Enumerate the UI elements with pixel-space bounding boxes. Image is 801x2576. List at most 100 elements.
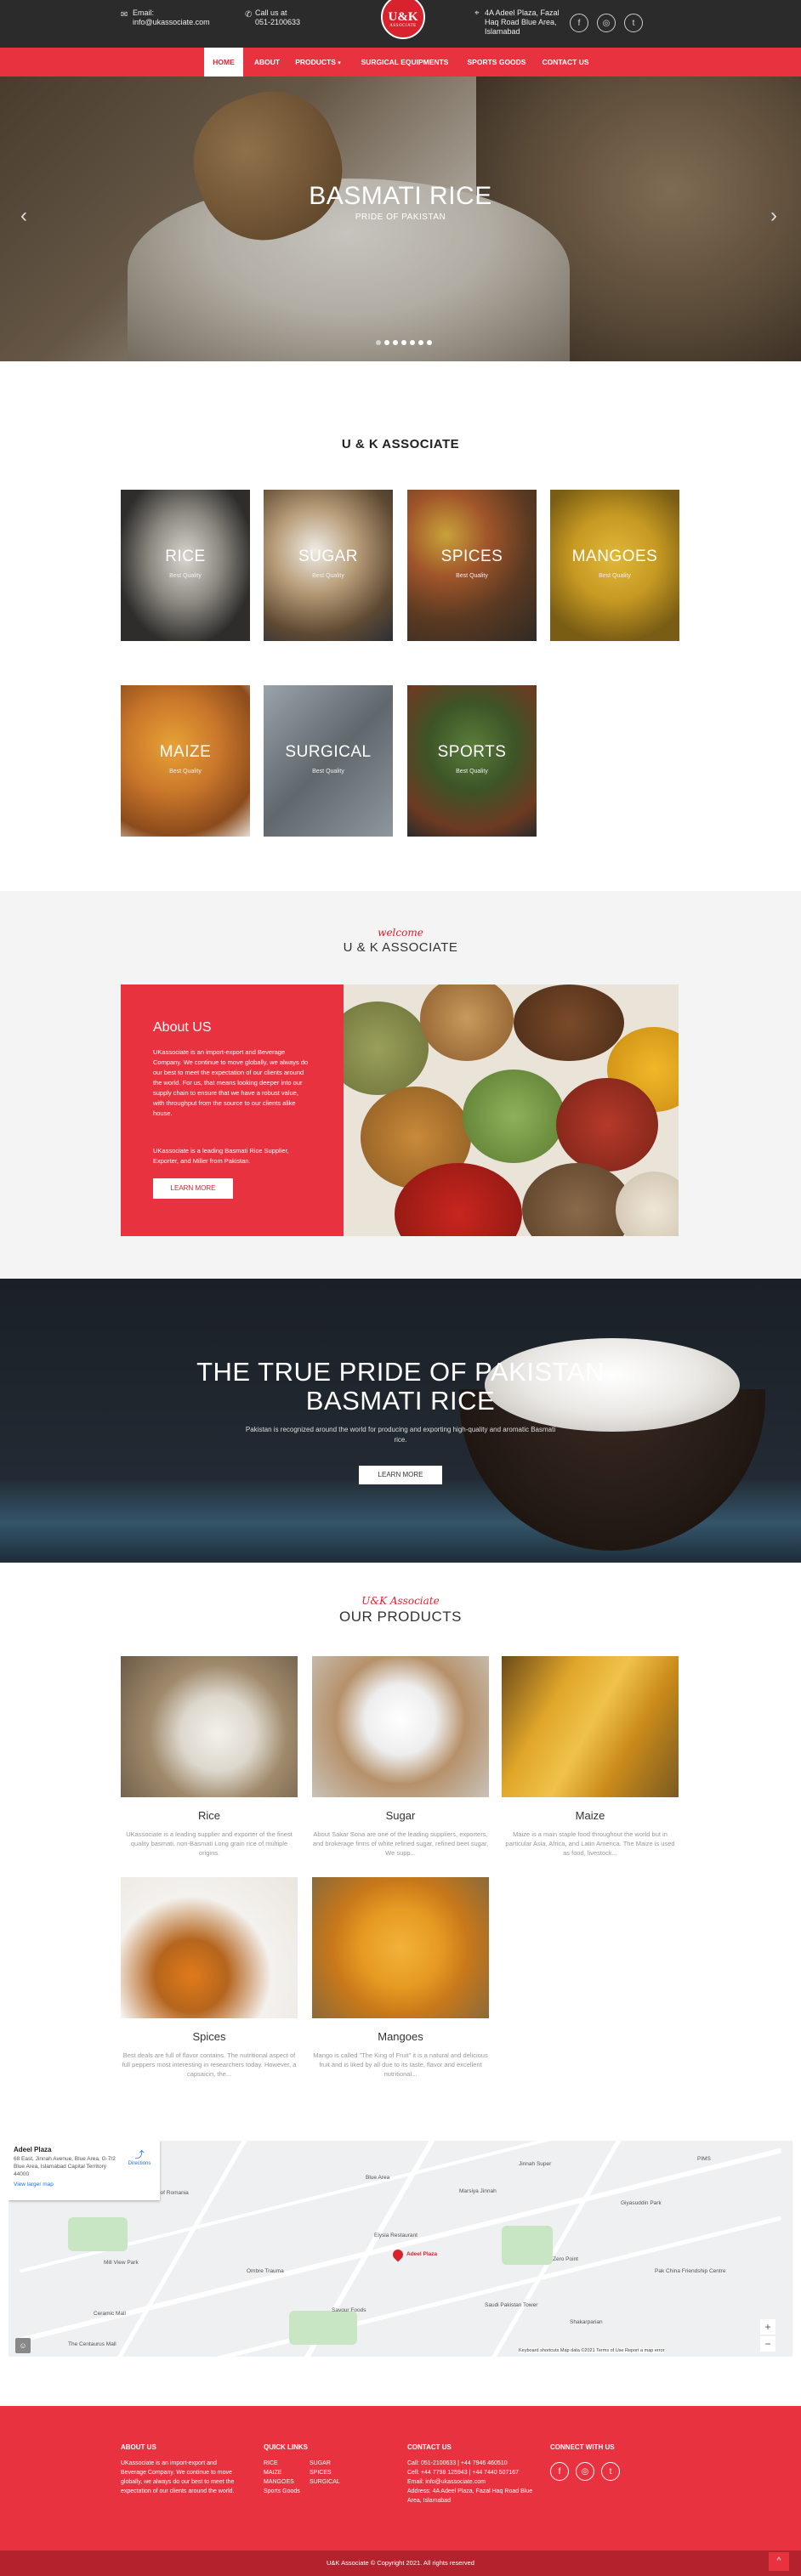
hero-subtitle: PRIDE OF PAKISTAN [355,213,446,222]
top-address: 4A Adeel Plaza, Fazal Haq Road Blue Area… [485,9,560,36]
slider-dot[interactable] [393,340,398,345]
email-link[interactable]: info@ukassociate.com [133,18,210,27]
product-spices-image[interactable] [121,1877,298,2018]
next-arrow-icon[interactable]: › [770,204,777,228]
nav-home[interactable]: HOME [204,48,243,77]
product-name[interactable]: Maize [502,1809,679,1822]
footer-link[interactable]: MANGOES [264,2477,294,2487]
pride-banner: THE TRUE PRIDE OF PAKISTAN BASMATI RICE … [0,1279,801,1563]
about-text: UKassociate is an import-export and Beve… [153,1048,309,1117]
nav-products[interactable]: PRODUCTS ▾ [293,48,344,77]
slider-dot[interactable] [427,340,432,345]
map-info-card: Adeel Plaza 68 East, Jinnah Avenue, Blue… [9,2141,160,2200]
twitter-icon[interactable]: t [624,14,643,32]
about-text-2: UKassociate is a leading Basmati Rice Su… [153,1147,289,1165]
hero-slider: BASMATI RICE PRIDE OF PAKISTAN ‹ › [0,77,801,361]
map-label: Zero Point [553,2256,578,2262]
category-surgical[interactable]: SURGICAL Best Quality [264,685,393,837]
logo-sub: ASSOCIATE [389,24,417,28]
top-phone: Call us at 051-2100633 [255,9,300,27]
view-larger-map-link[interactable]: View larger map [14,2182,155,2187]
location-map[interactable]: Embassy of Romania Mill View Park Marsiy… [9,2141,792,2357]
product-name[interactable]: Rice [121,1809,298,1822]
footer-twitter-icon[interactable]: t [601,2462,620,2481]
product-desc: About Sakar Sona are one of the leading … [312,1830,489,1857]
map-label: Jinnah Super [519,2161,552,2167]
footer-link[interactable]: RICE [264,2459,278,2468]
map-address: 68 East, Jinnah Avenue, Blue Area, G-7/2… [14,2156,116,2177]
phone-link[interactable]: 051-2100633 [255,18,300,27]
footer-about-title: ABOUT US [121,2443,156,2451]
category-sub: Best Quality [312,769,344,775]
footer-instagram-icon[interactable]: ◎ [576,2462,594,2481]
footer-contact-line[interactable]: Email: info@ukassociate.com [407,2477,486,2487]
banner-learn-more-button[interactable]: LEARN MORE [359,1466,442,1484]
zoom-in-button[interactable]: + [760,2319,775,2335]
map-label: Blue Area [366,2175,390,2181]
product-maize-image[interactable] [502,1656,679,1797]
learn-more-button[interactable]: LEARN MORE [153,1178,233,1199]
map-label: Ombre Trauma [247,2268,284,2274]
map-label: Marsiya Jinnah [459,2188,497,2194]
map-pin-label: Adeel Plaza [406,2251,438,2257]
category-sugar[interactable]: SUGAR Best Quality [264,490,393,641]
map-label: Giyasuddin Park [621,2200,662,2206]
category-title: SUGAR [298,548,359,565]
banner-line2: BASMATI RICE [305,1386,496,1416]
footer-link[interactable]: SUGAR [310,2459,331,2468]
product-sugar-image[interactable] [312,1656,489,1797]
nav-about[interactable]: ABOUT [248,48,286,77]
footer-facebook-icon[interactable]: f [550,2462,569,2481]
email-label: Email: [133,9,155,17]
call-label: Call us at [255,9,287,17]
footer-link[interactable]: SURGICAL [310,2477,340,2487]
product-rice-image[interactable] [121,1656,298,1797]
nav-surgical[interactable]: SURGICAL EQUIPMENTS [352,48,457,77]
product-name[interactable]: Sugar [312,1809,489,1822]
slider-dot[interactable] [410,340,415,345]
spices-image [344,984,679,1236]
product-desc: Mango is called "The King of Fruit" it i… [313,2051,488,2078]
map-label: The Centaurus Mall [68,2341,116,2347]
product-name[interactable]: Mangoes [312,2030,489,2043]
footer-contact-title: CONTACT US [407,2443,452,2451]
product-mangoes-image[interactable] [312,1877,489,2018]
category-title: MAIZE [159,743,212,761]
footer-link[interactable]: SPICES [310,2468,332,2477]
footer-link[interactable]: Sports Goods [264,2487,300,2496]
instagram-icon[interactable]: ◎ [597,14,616,32]
scroll-top-button[interactable]: ^ [769,2552,789,2571]
top-bar: ✉ Email: info@ukassociate.com ✆ Call us … [0,0,801,48]
footer-link[interactable]: MAIZE [264,2468,281,2477]
category-rice[interactable]: RICE Best Quality [121,490,250,641]
category-sports[interactable]: SPORTS Best Quality [407,685,537,837]
slider-dot[interactable] [384,340,389,345]
product-desc: UKassociate is a leading supplier and ex… [126,1830,293,1857]
category-spices[interactable]: SPICES Best Quality [407,490,537,641]
prev-arrow-icon[interactable]: ‹ [20,204,27,228]
category-mangoes[interactable]: MANGOES Best Quality [550,490,679,641]
nav-contact[interactable]: CONTACT US [536,48,595,77]
footer-contact-line: Address: 4A Adeel Plaza, Fazal Haq Road … [407,2488,533,2504]
map-attribution: Keyboard shortcuts Map data ©2021 Terms … [519,2348,665,2353]
slider-dot[interactable] [376,340,381,345]
site-logo[interactable]: U&K ASSOCIATE [381,0,425,39]
map-label: Shakarparian [570,2319,603,2325]
product-name[interactable]: Spices [121,2030,298,2043]
pegman-icon[interactable]: ☺ [15,2338,31,2353]
category-title: SPICES [440,548,503,565]
about-title: About US [153,1020,212,1035]
copyright-text: U&K Associate © Copyright 2021. All righ… [327,2559,474,2567]
facebook-icon[interactable]: f [570,14,588,32]
slider-dot[interactable] [401,340,406,345]
nav-sports[interactable]: SPORTS GOODS [461,48,532,77]
category-maize[interactable]: MAIZE Best Quality [121,685,250,837]
footer-about-text: UKassociate is an import-export and Beve… [121,2460,235,2494]
slider-dot[interactable] [418,340,423,345]
nav-products-label: PRODUCTS [295,58,336,66]
directions-button[interactable]: ⤴ Directions [122,2148,156,2166]
logo-main: U&K [388,10,418,24]
category-sub: Best Quality [456,769,488,775]
about-card: About US UKassociate is an import-export… [121,984,344,1236]
zoom-out-button[interactable]: − [760,2336,775,2352]
